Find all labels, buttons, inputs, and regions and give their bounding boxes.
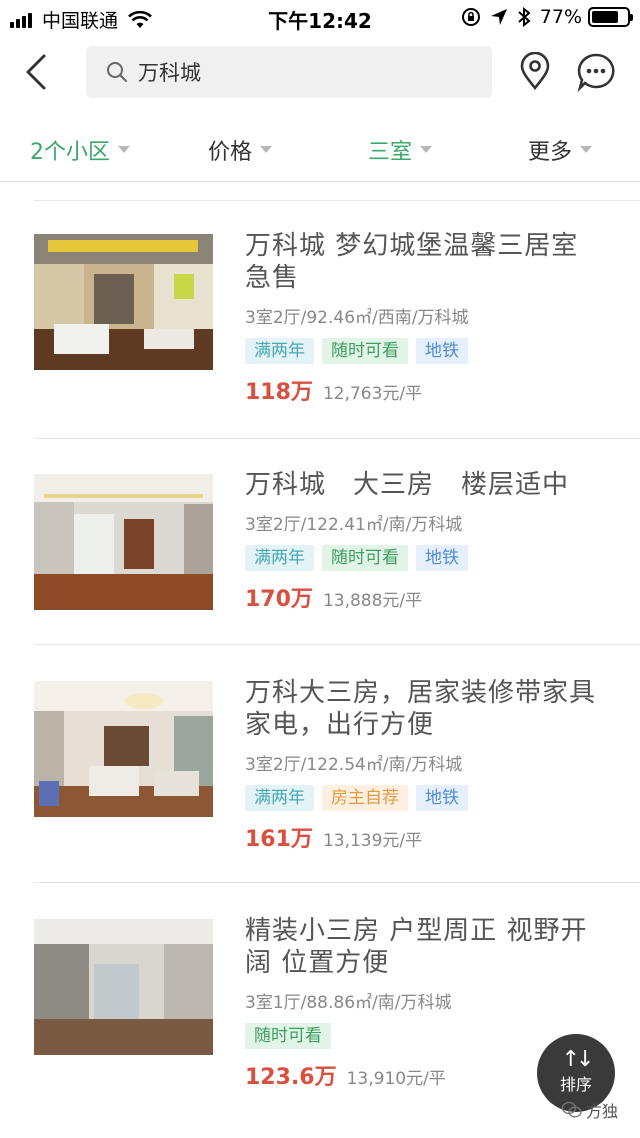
watermark: 方独: [562, 1098, 618, 1122]
listing-photo: [34, 919, 213, 1055]
caret-down-icon: [580, 146, 592, 153]
tag-badge: 满两年: [245, 338, 314, 364]
listing-details: 3室2厅/122.41㎡/南/万科城: [245, 515, 463, 535]
listing-tags: 满两年 房主自荐 地铁: [245, 785, 605, 811]
caret-down-icon: [118, 146, 130, 153]
tag-badge: 随时可看: [322, 338, 408, 364]
listing-details: 3室1厅/88.86㎡/南/万科城: [245, 993, 452, 1013]
battery-icon: [588, 7, 633, 27]
listing-title: 万科城 大三房 楼层适中: [245, 470, 570, 500]
tag-badge: 满两年: [245, 785, 314, 811]
filter-community[interactable]: 2个小区: [0, 118, 160, 181]
map-location-button[interactable]: [515, 52, 555, 92]
rotation-lock-icon: [461, 8, 480, 26]
message-button[interactable]: [576, 52, 616, 92]
listing-price: 118万: [245, 380, 313, 405]
back-button[interactable]: [18, 52, 58, 92]
listing-list: 万科城 梦幻城堡温馨三居室急售 3室2厅/92.46㎡/西南/万科城 满两年 随…: [0, 201, 640, 1123]
listing-title: 精装小三房 户型周正 视野开阔 位置方便: [245, 916, 588, 978]
caret-down-icon: [260, 146, 272, 153]
search-icon: [107, 62, 127, 82]
filter-price[interactable]: 价格: [160, 118, 320, 181]
search-input[interactable]: 万科城: [86, 46, 492, 98]
listing-tags: 满两年 随时可看 地铁: [245, 338, 605, 364]
listing-item[interactable]: 万科大三房，居家装修带家具家电，出行方便 3室2厅/122.54㎡/南/万科城 …: [0, 645, 640, 883]
listing-unit-price: 13,139元/平: [322, 831, 423, 851]
listing-unit-price: 13,910元/平: [346, 1069, 446, 1089]
tag-badge: 地铁: [416, 545, 468, 571]
location-arrow-icon: [490, 9, 507, 25]
listing-price: 170万: [245, 587, 313, 612]
listing-price: 161万: [245, 827, 313, 852]
search-query: 万科城: [138, 61, 201, 85]
listing-title: 万科大三房，居家装修带家具家电，出行方便: [245, 678, 597, 740]
tag-badge: 地铁: [416, 338, 468, 364]
sort-label: 排序: [559, 1075, 592, 1094]
filter-more[interactable]: 更多: [480, 118, 640, 181]
tag-badge: 随时可看: [322, 545, 408, 571]
listing-details: 3室2厅/92.46㎡/西南/万科城: [245, 308, 469, 328]
tag-badge: 房主自荐: [322, 785, 408, 811]
listing-details: 3室2厅/122.54㎡/南/万科城: [245, 755, 463, 775]
listing-page: 中国联通 下午12:42 77% 万科城 2个小区 价格 三室 更多 万科城 梦…: [0, 0, 640, 1138]
listing-item[interactable]: 万科城 梦幻城堡温馨三居室急售 3室2厅/92.46㎡/西南/万科城 满两年 随…: [0, 201, 640, 439]
listing-tags: 满两年 随时可看 地铁: [245, 545, 605, 571]
bluetooth-icon: [518, 7, 531, 27]
listing-item[interactable]: 万科城 大三房 楼层适中 3室2厅/122.41㎡/南/万科城 满两年 随时可看…: [0, 439, 640, 645]
sort-arrows-icon: ↑↓: [561, 1047, 595, 1072]
wechat-icon: [562, 1102, 582, 1118]
listing-photo: [34, 681, 213, 817]
tag-badge: 地铁: [416, 785, 468, 811]
watermark-text: 方独: [586, 1102, 619, 1121]
tag-badge: 满两年: [245, 545, 314, 571]
top-navigation: 万科城: [0, 38, 640, 108]
listing-price: 123.6万: [245, 1065, 337, 1090]
status-bar: 中国联通 下午12:42 77%: [0, 0, 640, 36]
listing-title: 万科城 梦幻城堡温馨三居室急售: [245, 231, 579, 293]
listing-unit-price: 12,763元/平: [322, 384, 423, 404]
caret-down-icon: [420, 146, 432, 153]
filter-rooms[interactable]: 三室: [320, 118, 480, 181]
tag-badge: 随时可看: [245, 1023, 331, 1049]
listing-photo: [34, 234, 213, 370]
listing-photo: [34, 474, 213, 610]
listing-unit-price: 13,888元/平: [322, 591, 423, 611]
battery-percentage: 77%: [539, 6, 582, 28]
filter-bar: 2个小区 价格 三室 更多: [0, 118, 640, 182]
